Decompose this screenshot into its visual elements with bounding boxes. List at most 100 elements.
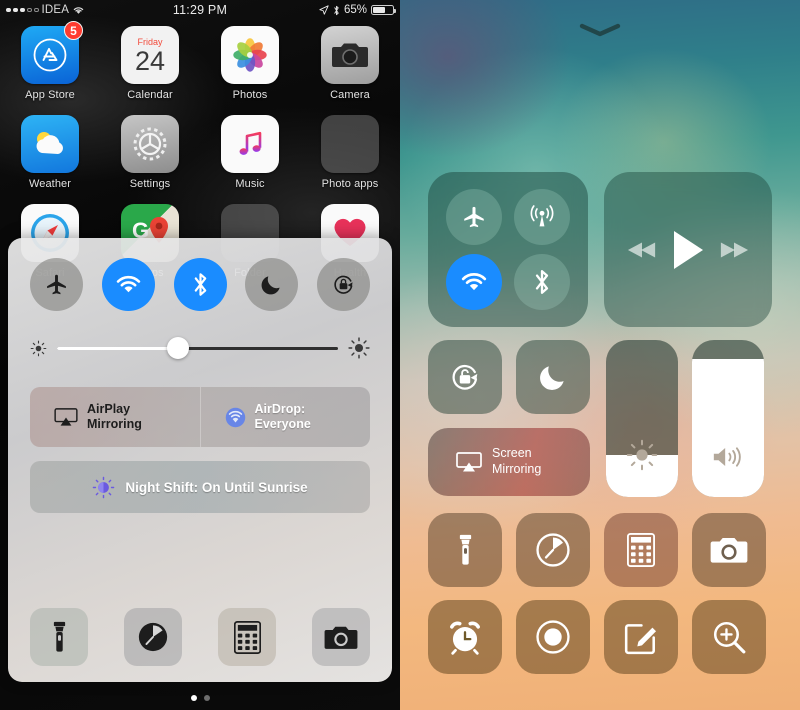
brightness-slider[interactable] xyxy=(30,337,370,359)
screenshot-root: IDEA 11:29 PM 65% 5 App Store Friday 24 … xyxy=(0,0,800,710)
airdrop-icon xyxy=(225,407,246,428)
rotation-lock-toggle[interactable] xyxy=(428,340,502,414)
brightness-high-icon xyxy=(348,337,370,359)
wifi-icon xyxy=(72,5,85,15)
app-icon-app-store[interactable]: 5 App Store xyxy=(11,21,89,101)
flashlight-icon xyxy=(459,534,471,565)
app-label: Music xyxy=(235,178,265,190)
camera-icon xyxy=(710,537,748,563)
camera-icon xyxy=(321,26,379,84)
toggle-row xyxy=(428,340,590,414)
next-track-button[interactable] xyxy=(719,241,749,259)
camera-icon xyxy=(324,626,358,649)
play-icon xyxy=(674,230,703,269)
toggle-row xyxy=(26,254,374,311)
do-not-disturb-toggle[interactable] xyxy=(516,340,590,414)
page-dot[interactable] xyxy=(203,695,210,701)
calculator-button[interactable] xyxy=(218,608,276,666)
airdrop-button[interactable]: AirDrop: Everyone xyxy=(199,387,371,447)
page-dot-active[interactable] xyxy=(190,695,197,701)
folder-icon xyxy=(321,115,379,173)
airplay-label: AirPlay Mirroring xyxy=(87,401,142,431)
alarm-clock-icon xyxy=(450,621,480,655)
airplane-icon xyxy=(47,274,66,295)
camera-button[interactable] xyxy=(312,608,370,666)
connectivity-tile xyxy=(428,172,588,327)
notes-button[interactable] xyxy=(604,600,678,674)
middle-left-column: Screen Mirroring xyxy=(428,340,590,497)
app-icon-settings[interactable]: Settings xyxy=(111,115,189,190)
calculator-button[interactable] xyxy=(604,513,678,587)
airplay-mirroring-button[interactable]: AirPlay Mirroring xyxy=(30,387,200,447)
ios10-control-center: AirPlay Mirroring AirDrop: Everyone Nigh… xyxy=(8,238,392,682)
chevron-down-icon[interactable] xyxy=(578,22,622,38)
timer-button[interactable] xyxy=(124,608,182,666)
wifi-toggle[interactable] xyxy=(446,254,502,311)
calculator-icon xyxy=(233,620,261,654)
page-indicator xyxy=(0,695,400,701)
flashlight-button[interactable] xyxy=(428,513,502,587)
airplane-mode-toggle[interactable] xyxy=(446,188,502,245)
ios11-control-center: Screen Mirroring xyxy=(400,0,800,710)
camera-button[interactable] xyxy=(692,513,766,587)
settings-icon xyxy=(121,115,179,173)
rewind-icon xyxy=(627,242,656,257)
app-icon-music[interactable]: Music xyxy=(211,115,289,190)
app-row-1: 5 App Store Friday 24 Calendar Photos Ca… xyxy=(0,21,400,101)
timer-icon xyxy=(138,622,168,652)
bluetooth-icon xyxy=(535,270,549,295)
previous-track-button[interactable] xyxy=(627,241,657,259)
app-label: App Store xyxy=(25,89,75,101)
rotation-lock-toggle[interactable] xyxy=(317,258,370,311)
top-tiles xyxy=(428,172,772,327)
airplay-icon xyxy=(456,451,482,473)
timer-button[interactable] xyxy=(516,513,590,587)
screen-mirroring-label: Screen Mirroring xyxy=(492,446,542,476)
speaker-icon xyxy=(692,443,764,471)
bluetooth-toggle[interactable] xyxy=(514,254,570,311)
screen-record-button[interactable] xyxy=(516,600,590,674)
airplay-airdrop-row: AirPlay Mirroring AirDrop: Everyone xyxy=(30,387,370,447)
app-label: Settings xyxy=(129,178,171,190)
weather-icon xyxy=(21,115,79,173)
wifi-icon xyxy=(461,273,487,291)
app-label: Photo apps xyxy=(321,178,379,190)
alarm-button[interactable] xyxy=(428,600,502,674)
app-icon-weather[interactable]: Weather xyxy=(11,115,89,190)
airplane-mode-toggle[interactable] xyxy=(30,258,83,311)
night-shift-icon xyxy=(92,476,115,499)
play-button[interactable] xyxy=(671,230,705,270)
shortcut-row-1 xyxy=(428,513,766,587)
app-icon-photos[interactable]: Photos xyxy=(211,26,289,101)
night-shift-button[interactable]: Night Shift: On Until Sunrise xyxy=(30,461,370,513)
airdrop-label: AirDrop: Everyone xyxy=(254,401,311,431)
badge-count: 5 xyxy=(64,21,83,40)
timer-icon xyxy=(536,533,570,567)
screen-record-icon xyxy=(536,620,570,654)
music-icon xyxy=(221,115,279,173)
wifi-icon xyxy=(116,275,140,293)
calendar-icon: Friday 24 xyxy=(121,26,179,84)
app-icon-calendar[interactable]: Friday 24 Calendar xyxy=(111,26,189,101)
app-label: Photos xyxy=(232,89,268,101)
brightness-track[interactable] xyxy=(57,337,338,359)
flashlight-button[interactable] xyxy=(30,608,88,666)
magnifier-button[interactable] xyxy=(692,600,766,674)
app-row-2: Weather Settings Music Photo apps xyxy=(0,115,400,190)
cellular-data-toggle[interactable] xyxy=(514,188,570,245)
app-icon-camera[interactable]: Camera xyxy=(311,26,389,101)
volume-slider[interactable] xyxy=(692,340,764,497)
location-arrow-icon xyxy=(319,5,329,15)
rotation-lock-icon xyxy=(334,275,353,294)
wifi-toggle[interactable] xyxy=(101,258,155,311)
night-shift-label: Night Shift: On Until Sunrise xyxy=(125,479,308,495)
photos-icon xyxy=(221,26,279,84)
brightness-slider[interactable] xyxy=(606,340,678,497)
do-not-disturb-toggle[interactable] xyxy=(245,258,299,311)
magnifier-icon xyxy=(713,621,746,654)
app-store-icon: 5 xyxy=(21,21,83,84)
screen-mirroring-button[interactable]: Screen Mirroring xyxy=(428,428,590,496)
app-icon-photo-apps[interactable]: Photo apps xyxy=(311,115,389,190)
battery-percent-label: 65% xyxy=(343,4,367,16)
bluetooth-toggle[interactable] xyxy=(173,258,227,311)
